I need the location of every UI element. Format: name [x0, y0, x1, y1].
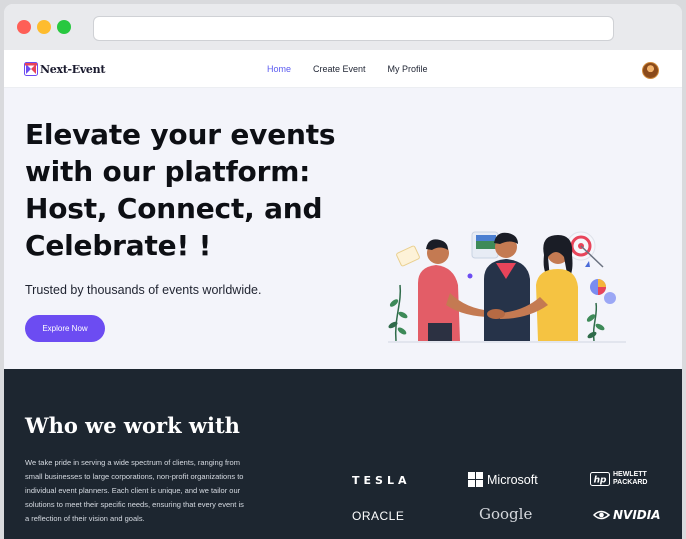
explore-now-button[interactable]: Explore Now [25, 315, 105, 342]
hero-section: Elevate your events with our platform: H… [4, 88, 682, 369]
svg-text:hp: hp [594, 476, 607, 486]
oracle-wordmark: ORACLE [352, 509, 405, 523]
nav-my-profile[interactable]: My Profile [388, 64, 428, 74]
hewlett-packard-logo: hp HEWLETT PACKARD [590, 471, 647, 487]
hp-icon: hp [590, 472, 610, 486]
handshake-people-illustration [388, 231, 626, 343]
google-logo: Google [479, 505, 532, 523]
maximize-window-button[interactable] [57, 20, 71, 34]
address-bar[interactable] [93, 16, 614, 41]
hp-wordmark-line1: HEWLETT [613, 471, 647, 478]
browser-chrome [4, 4, 682, 50]
main-nav: Home Create Event My Profile [267, 64, 450, 74]
partners-title: Who we work with [25, 413, 240, 438]
nav-create-event[interactable]: Create Event [313, 64, 366, 74]
logo-text: Next-Event [40, 62, 106, 76]
google-wordmark: Google [479, 505, 533, 523]
close-window-button[interactable] [17, 20, 31, 34]
next-event-logo-icon [24, 62, 38, 76]
user-avatar[interactable] [642, 62, 659, 79]
nav-home[interactable]: Home [267, 64, 291, 74]
microsoft-icon [468, 472, 483, 487]
minimize-window-button[interactable] [37, 20, 51, 34]
hero-title: Elevate your events with our platform: H… [25, 118, 336, 262]
microsoft-wordmark: Microsoft [487, 472, 538, 487]
hero-subtitle: Trusted by thousands of events worldwide… [25, 283, 262, 297]
nvidia-eye-icon [593, 510, 610, 520]
browser-window: Next-Event Home Create Event My Profile … [4, 4, 682, 539]
brand-logo[interactable]: Next-Event [24, 62, 105, 76]
hp-wordmark-line2: PACKARD [613, 479, 648, 486]
top-navbar: Next-Event Home Create Event My Profile [4, 50, 682, 88]
tesla-logo: TESLA [352, 474, 410, 487]
partners-description: We take pride in serving a wide spectrum… [25, 458, 244, 523]
nvidia-wordmark: NVIDIA [613, 508, 661, 522]
microsoft-logo: Microsoft [468, 472, 538, 487]
partners-section: Who we work with We take pride in servin… [4, 369, 682, 539]
tesla-wordmark: TESLA [352, 474, 411, 487]
oracle-logo: ORACLE [352, 509, 404, 523]
nvidia-logo: NVIDIA [593, 508, 661, 522]
